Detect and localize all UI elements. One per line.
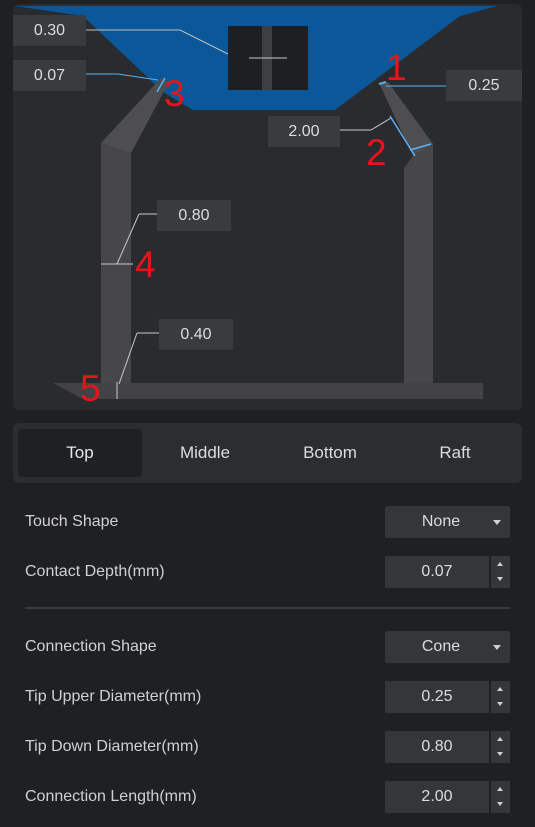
contact-depth-stepper <box>491 556 510 588</box>
connection-shape-select[interactable]: Cone <box>385 631 510 663</box>
connection-shape-row: Connection Shape Cone <box>25 631 510 663</box>
tip-upper-spinbox <box>385 681 510 713</box>
tip-down-spinbox <box>385 731 510 763</box>
chevron-down-icon <box>493 645 501 650</box>
contact-depth-spinbox <box>385 556 510 588</box>
support-diagram: 0.30 0.07 0.25 2.00 0.80 0.40 1 2 3 4 5 <box>13 4 522 410</box>
increment-arrow-icon[interactable] <box>491 781 510 797</box>
connection-length-input[interactable] <box>385 781 489 813</box>
connection-length-value: 2.00 <box>268 116 340 147</box>
connection-length-spinbox <box>385 781 510 813</box>
connection-shape-value: Cone <box>421 638 461 655</box>
top-thickness-value: 0.30 <box>13 15 86 46</box>
support-right-column <box>404 144 433 384</box>
tip-down-value: 0.80 <box>157 200 231 231</box>
contact-depth-row: Contact Depth(mm) <box>25 556 510 588</box>
tip-upper-label: Tip Upper Diameter(mm) <box>25 688 202 705</box>
connection-length-stepper <box>491 781 510 813</box>
section-tabs: Top Middle Bottom Raft <box>13 423 522 483</box>
touch-shape-select[interactable]: None <box>385 506 510 538</box>
tip-down-row: Tip Down Diameter(mm) <box>25 731 510 763</box>
decrement-arrow-icon[interactable] <box>491 572 510 588</box>
tab-middle[interactable]: Middle <box>143 429 267 477</box>
tip-upper-row: Tip Upper Diameter(mm) <box>25 681 510 713</box>
support-illustration <box>15 6 497 399</box>
support-right-tip <box>379 82 433 156</box>
increment-arrow-icon[interactable] <box>491 681 510 697</box>
contact-depth-label: Contact Depth(mm) <box>25 563 165 580</box>
increment-arrow-icon[interactable] <box>491 556 510 572</box>
marker-4: 4 <box>135 244 156 285</box>
tip-down-input[interactable] <box>385 731 489 763</box>
tip-upper-stepper <box>491 681 510 713</box>
tab-top[interactable]: Top <box>18 429 142 477</box>
contact-depth-input[interactable] <box>385 556 489 588</box>
touch-shape-row: Touch Shape None <box>25 506 510 538</box>
decrement-arrow-icon[interactable] <box>491 697 510 713</box>
tip-down-stepper <box>491 731 510 763</box>
tip-upper-input[interactable] <box>385 681 489 713</box>
tip-upper-value: 0.25 <box>446 70 522 101</box>
decrement-arrow-icon[interactable] <box>491 747 510 763</box>
marker-5: 5 <box>80 368 101 409</box>
marker-3: 3 <box>164 73 185 114</box>
section-divider <box>25 607 510 609</box>
connection-shape-label: Connection Shape <box>25 638 157 655</box>
contact-depth-value: 0.07 <box>13 60 86 91</box>
increment-arrow-icon[interactable] <box>491 731 510 747</box>
touch-shape-value: None <box>421 513 461 530</box>
marker-2: 2 <box>366 132 387 173</box>
connection-length-row: Connection Length(mm) <box>25 781 510 813</box>
connection-length-label: Connection Length(mm) <box>25 788 197 805</box>
lower-value: 0.40 <box>159 319 233 350</box>
decrement-arrow-icon[interactable] <box>491 797 510 813</box>
tab-bottom[interactable]: Bottom <box>268 429 392 477</box>
tip-down-label: Tip Down Diameter(mm) <box>25 738 199 755</box>
chevron-down-icon <box>493 520 501 525</box>
tab-raft[interactable]: Raft <box>393 429 517 477</box>
touch-shape-label: Touch Shape <box>25 513 119 530</box>
marker-1: 1 <box>386 47 407 88</box>
